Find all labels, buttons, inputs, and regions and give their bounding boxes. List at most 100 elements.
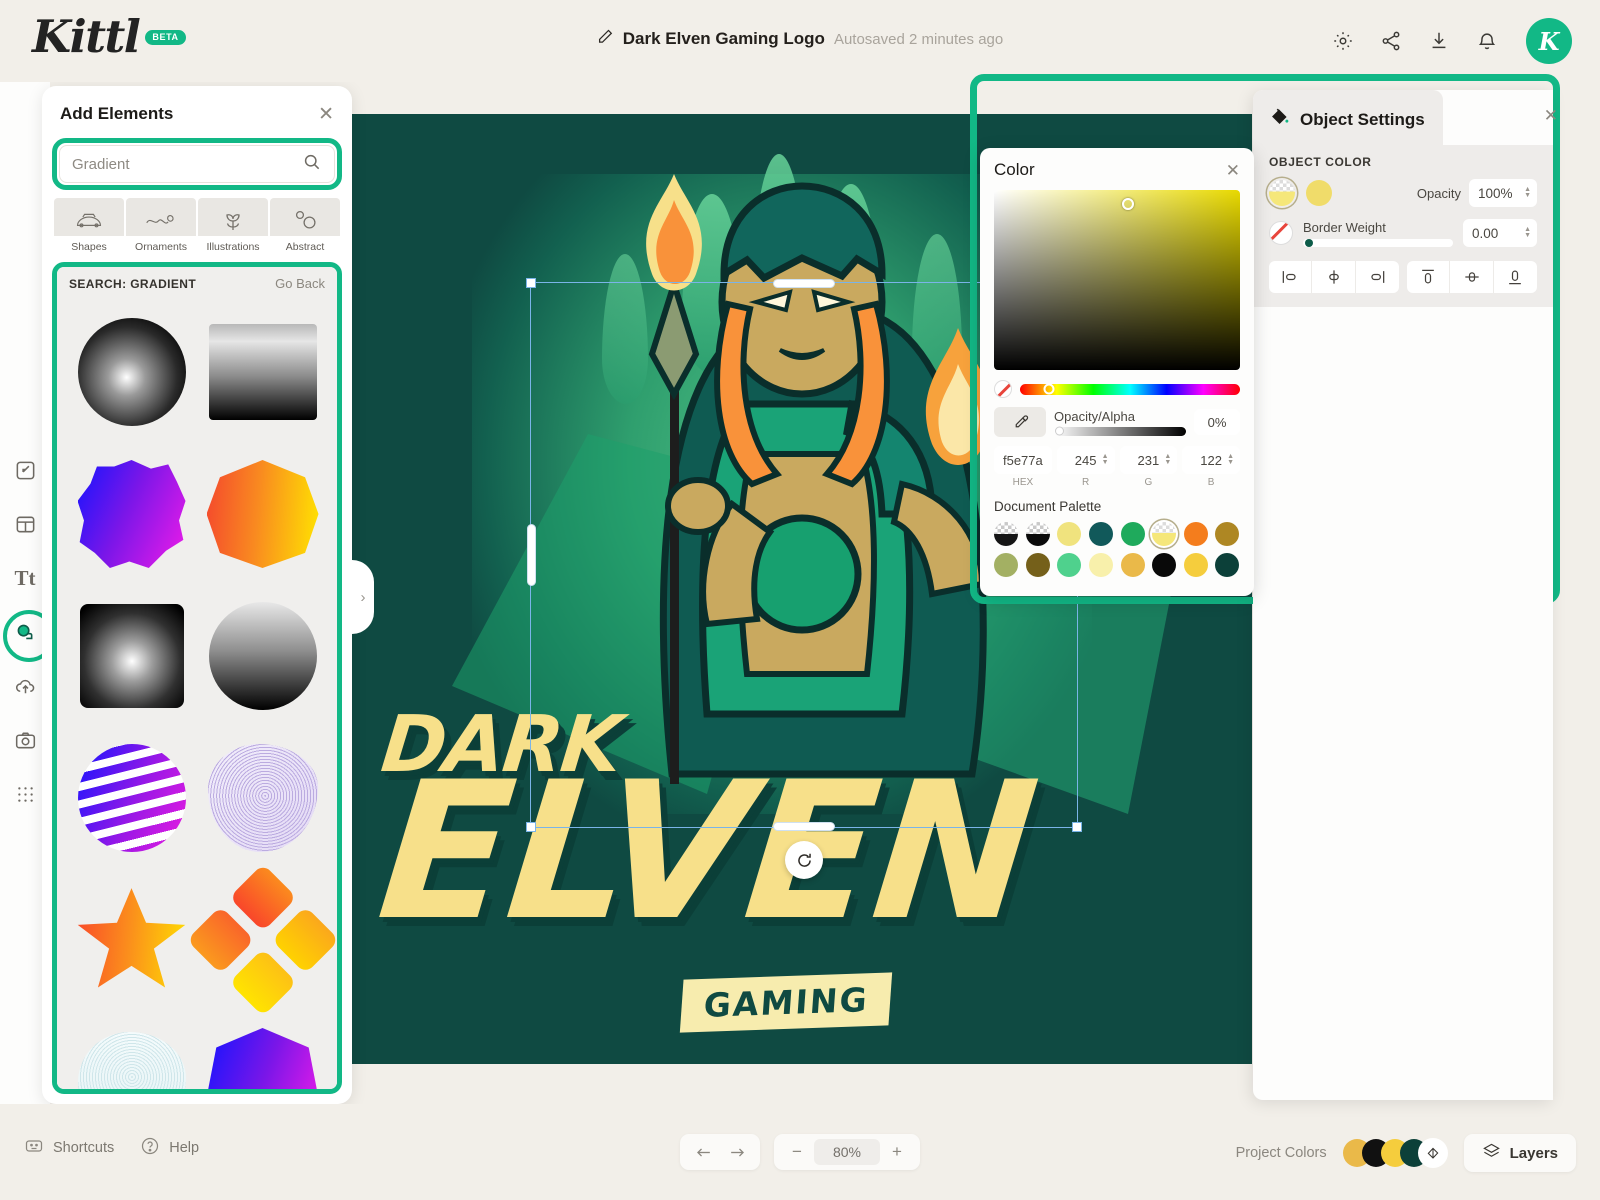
r-input[interactable]: 245 ▲ ▼ bbox=[1056, 446, 1115, 474]
opacity-stepper[interactable]: 100% ▲ ▼ bbox=[1469, 179, 1537, 207]
spinner-icon[interactable]: ▲ ▼ bbox=[1164, 453, 1171, 467]
g-input[interactable]: 231 ▲ ▼ bbox=[1119, 446, 1178, 474]
dark-olive-swatch[interactable] bbox=[1025, 553, 1050, 577]
search-box[interactable] bbox=[59, 145, 335, 183]
rail-item-templates[interactable] bbox=[7, 506, 43, 542]
category-ornaments[interactable]: Ornaments bbox=[126, 198, 196, 256]
object-color-swatch-yellow[interactable] bbox=[1306, 180, 1332, 206]
thumb-striped-sphere-gradient[interactable] bbox=[71, 734, 192, 862]
category-shapes[interactable]: Shapes bbox=[54, 198, 124, 256]
thumb-hexagon-orange-yellow-gradient[interactable] bbox=[202, 450, 323, 578]
share-icon[interactable] bbox=[1378, 28, 1404, 54]
help-button[interactable]: Help bbox=[140, 1136, 199, 1160]
paint-bucket-icon bbox=[1269, 106, 1291, 133]
category-abstract[interactable]: Abstract bbox=[270, 198, 340, 256]
selected-yellow-swatch[interactable] bbox=[1152, 522, 1177, 546]
chevron-right-icon[interactable]: › bbox=[352, 560, 374, 634]
rail-item-elements[interactable] bbox=[3, 610, 55, 662]
orange-swatch[interactable] bbox=[1183, 522, 1208, 546]
b-input[interactable]: 122 ▲ ▼ bbox=[1182, 446, 1240, 474]
category-illustrations[interactable]: Illustrations bbox=[198, 198, 268, 256]
thumb-hexagon-blue-magenta-gradient[interactable] bbox=[202, 1018, 323, 1089]
yellow-swatch[interactable] bbox=[1183, 553, 1208, 577]
thumb-circle-linear-gradient[interactable] bbox=[202, 592, 323, 720]
color-fields-row: f5e77a HEX 245 ▲ ▼ R 231 ▲ ▼ G 122 ▲ ▼ B bbox=[994, 446, 1240, 488]
alpha-slider-handle[interactable] bbox=[1055, 426, 1064, 436]
dark-teal-swatch[interactable] bbox=[1088, 522, 1113, 546]
thumb-wireframe-blob-gradient[interactable] bbox=[202, 734, 323, 862]
thumb-linear-square-gradient[interactable] bbox=[202, 308, 323, 436]
spinner-icon[interactable]: ▲ ▼ bbox=[1227, 453, 1234, 467]
project-colors-swatches[interactable] bbox=[1342, 1138, 1448, 1168]
hex-input[interactable]: f5e77a bbox=[994, 446, 1052, 474]
rail-item-photos[interactable] bbox=[7, 722, 43, 758]
edit-project-colors-icon[interactable] bbox=[1417, 1138, 1448, 1168]
thumb-star-orange-gradient[interactable] bbox=[71, 876, 192, 1004]
document-title[interactable]: Dark Elven Gaming Logo bbox=[623, 29, 825, 49]
project-colors-label: Project Colors bbox=[1235, 1145, 1327, 1161]
rail-item-text[interactable]: Tt bbox=[7, 560, 43, 596]
no-color-icon[interactable] bbox=[994, 380, 1012, 398]
align-middle-vertical-icon[interactable] bbox=[1450, 261, 1494, 293]
deep-teal-swatch[interactable] bbox=[1215, 553, 1240, 577]
align-top-icon[interactable] bbox=[1407, 261, 1451, 293]
hue-slider-handle[interactable] bbox=[1043, 383, 1055, 395]
alpha-slider[interactable] bbox=[1054, 426, 1186, 436]
rail-item-patterns[interactable] bbox=[7, 776, 43, 812]
border-weight-slider-handle[interactable] bbox=[1305, 238, 1313, 247]
download-icon[interactable] bbox=[1426, 28, 1452, 54]
spinner-icon[interactable]: ▲ ▼ bbox=[1102, 453, 1109, 467]
g-label: G bbox=[1144, 477, 1153, 488]
align-left-icon[interactable] bbox=[1269, 261, 1313, 293]
dark-gold-swatch[interactable] bbox=[1215, 522, 1240, 546]
olive-swatch[interactable] bbox=[994, 553, 1018, 577]
avatar[interactable]: K bbox=[1526, 18, 1572, 64]
hue-slider[interactable] bbox=[1020, 383, 1240, 395]
thumb-radial-square-gradient[interactable] bbox=[71, 592, 192, 720]
layers-button[interactable]: Layers bbox=[1463, 1134, 1576, 1172]
spinner-icon[interactable]: ▲ ▼ bbox=[1524, 186, 1531, 200]
thumb-radial-sphere-gradient[interactable] bbox=[71, 308, 192, 436]
thumb-wireframe-pale-blob[interactable] bbox=[71, 1018, 192, 1089]
rail-item-design[interactable] bbox=[7, 452, 43, 488]
spinner-icon[interactable]: ▲ ▼ bbox=[1524, 226, 1531, 240]
align-center-horizontal-icon[interactable] bbox=[1312, 261, 1356, 293]
thumb-pinwheel-orange-gradient[interactable] bbox=[186, 863, 337, 1017]
undo-icon[interactable] bbox=[686, 1137, 720, 1167]
border-weight-stepper[interactable]: 0.00 ▲ ▼ bbox=[1463, 219, 1537, 247]
mint-green-swatch[interactable] bbox=[1057, 553, 1082, 577]
object-color-swatch-selected[interactable] bbox=[1269, 180, 1295, 206]
align-right-icon[interactable] bbox=[1356, 261, 1399, 293]
align-bottom-icon[interactable] bbox=[1494, 261, 1537, 293]
black-solid-swatch[interactable] bbox=[1025, 522, 1050, 546]
green-swatch[interactable] bbox=[1120, 522, 1145, 546]
sv-selector-handle[interactable] bbox=[1121, 198, 1134, 210]
search-input[interactable] bbox=[72, 155, 302, 173]
eyedropper-icon[interactable] bbox=[994, 407, 1046, 437]
black-gradient-swatch[interactable] bbox=[994, 522, 1018, 546]
close-icon[interactable]: ✕ bbox=[1544, 106, 1558, 126]
border-weight-slider[interactable] bbox=[1303, 238, 1453, 247]
saturation-value-area[interactable] bbox=[994, 190, 1240, 370]
bell-icon[interactable] bbox=[1474, 28, 1500, 54]
search-icon[interactable] bbox=[302, 152, 322, 177]
sand-swatch[interactable] bbox=[1120, 553, 1145, 577]
go-back-button[interactable]: Go Back bbox=[275, 276, 325, 291]
thumb-blob-blue-magenta-gradient[interactable] bbox=[71, 450, 192, 578]
brand-logo[interactable]: Kittl BETA bbox=[32, 14, 186, 59]
close-icon[interactable]: ✕ bbox=[318, 105, 334, 124]
alpha-value[interactable]: 0% bbox=[1194, 409, 1240, 435]
no-border-icon[interactable] bbox=[1269, 221, 1293, 245]
close-icon[interactable]: ✕ bbox=[1226, 162, 1240, 179]
pale-yellow-swatch[interactable] bbox=[1057, 522, 1082, 546]
zoom-out-button[interactable]: − bbox=[780, 1137, 814, 1167]
light-cream-swatch[interactable] bbox=[1088, 553, 1113, 577]
shortcuts-button[interactable]: Shortcuts bbox=[24, 1136, 114, 1160]
zoom-value[interactable]: 80% bbox=[814, 1139, 880, 1165]
zoom-in-button[interactable]: + bbox=[880, 1137, 914, 1167]
rail-item-uploads[interactable] bbox=[7, 668, 43, 704]
document-title-group[interactable]: Dark Elven Gaming Logo Autosaved 2 minut… bbox=[597, 28, 1003, 50]
redo-icon[interactable] bbox=[720, 1137, 754, 1167]
black-swatch[interactable] bbox=[1152, 553, 1177, 577]
gear-icon[interactable] bbox=[1330, 28, 1356, 54]
